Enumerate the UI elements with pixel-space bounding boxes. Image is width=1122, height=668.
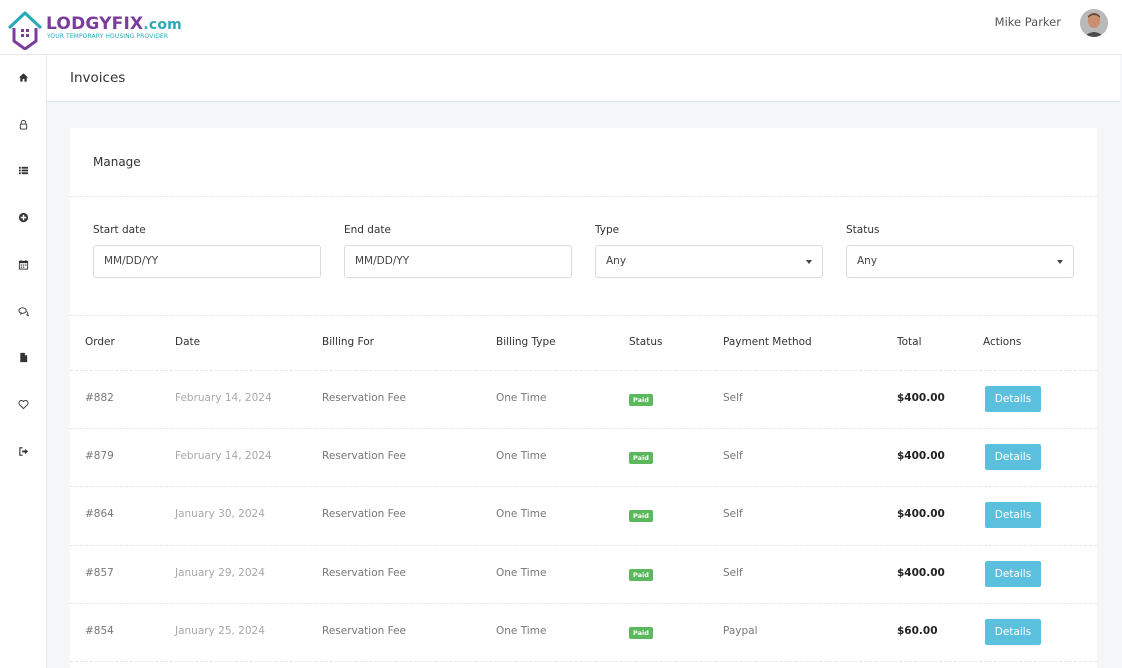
billing-for-cell: Reservation Fee [322, 392, 407, 404]
order-cell: #857 [85, 567, 114, 579]
plus-circle-icon[interactable] [16, 210, 30, 224]
billing-for-cell: Reservation Fee [322, 567, 407, 579]
status-select[interactable]: Any [846, 245, 1074, 278]
home-icon[interactable] [16, 70, 30, 84]
billing-type-cell: One Time [496, 625, 547, 637]
type-select-value: Any [606, 255, 627, 267]
total-cell: $60.00 [897, 625, 938, 637]
invoices-card: Manage Start date MM/DD/YY End date MM/D… [70, 128, 1097, 668]
status-badge: Paid [629, 394, 653, 406]
logo-tagline: YOUR TEMPORARY HOUSING PROVIDER [47, 33, 169, 40]
order-cell: #879 [85, 450, 114, 462]
payment-method-cell: Self [723, 508, 743, 520]
table-row: #864 January 30, 2024 Reservation Fee On… [70, 486, 1097, 544]
caret-down-icon [1057, 260, 1063, 264]
payment-method-cell: Self [723, 392, 743, 404]
start-date-placeholder: MM/DD/YY [104, 255, 159, 267]
total-cell: $400.00 [897, 450, 945, 462]
details-button[interactable]: Details [985, 502, 1041, 528]
avatar[interactable] [1080, 9, 1108, 37]
payment-method-cell: Self [723, 567, 743, 579]
start-date-input[interactable]: MM/DD/YY [93, 245, 321, 278]
type-select[interactable]: Any [595, 245, 823, 278]
page-header: Invoices [47, 55, 1120, 102]
order-cell: #854 [85, 625, 114, 637]
billing-type-cell: One Time [496, 392, 547, 404]
caret-down-icon [806, 260, 812, 264]
billing-type-cell: One Time [496, 567, 547, 579]
avatar-photo [1080, 9, 1108, 37]
status-badge: Paid [629, 452, 653, 464]
column-header-date[interactable]: Date [175, 336, 200, 348]
file-icon[interactable] [16, 350, 30, 364]
details-button[interactable]: Details [985, 386, 1041, 412]
status-select-value: Any [857, 255, 878, 267]
end-date-input[interactable]: MM/DD/YY [344, 245, 572, 278]
details-button[interactable]: Details [985, 444, 1041, 470]
date-cell: February 14, 2024 [175, 392, 272, 404]
table-row: #857 January 29, 2024 Reservation Fee On… [70, 545, 1097, 603]
chat-icon[interactable] [16, 304, 30, 318]
column-header-billing-for[interactable]: Billing For [322, 336, 374, 348]
table-row: #854 January 25, 2024 Reservation Fee On… [70, 603, 1097, 661]
sidebar [0, 55, 47, 668]
page-title: Invoices [70, 70, 126, 86]
column-header-billing-type[interactable]: Billing Type [496, 336, 556, 348]
column-header-actions: Actions [983, 336, 1022, 348]
status-badge: Paid [629, 627, 653, 639]
logo-wordmark: LODGYFIX.com [46, 14, 182, 34]
card-title: Manage [93, 155, 141, 169]
status-label: Status [846, 224, 880, 236]
divider [70, 315, 1097, 316]
date-cell: February 14, 2024 [175, 450, 272, 462]
calendar-icon[interactable] [16, 257, 30, 271]
total-cell: $400.00 [897, 508, 945, 520]
list-icon[interactable] [16, 163, 30, 177]
end-date-label: End date [344, 224, 391, 236]
start-date-label: Start date [93, 224, 146, 236]
user-name[interactable]: Mike Parker [995, 15, 1061, 29]
order-cell: #882 [85, 392, 114, 404]
type-label: Type [595, 224, 620, 236]
lock-icon[interactable] [16, 117, 30, 131]
payment-method-cell: Paypal [723, 625, 758, 637]
total-cell: $400.00 [897, 567, 945, 579]
table-row: #882 February 14, 2024 Reservation Fee O… [70, 370, 1097, 428]
column-header-payment-method[interactable]: Payment Method [723, 336, 812, 348]
table-row: #879 February 14, 2024 Reservation Fee O… [70, 428, 1097, 486]
billing-for-cell: Reservation Fee [322, 508, 407, 520]
date-cell: January 30, 2024 [175, 508, 265, 520]
heart-icon[interactable] [16, 397, 30, 411]
divider [70, 661, 1097, 662]
status-badge: Paid [629, 569, 653, 581]
payment-method-cell: Self [723, 450, 743, 462]
column-header-order[interactable]: Order [85, 336, 115, 348]
column-header-status[interactable]: Status [629, 336, 662, 348]
logo[interactable]: LODGYFIX.com YOUR TEMPORARY HOUSING PROV… [6, 8, 186, 50]
date-cell: January 25, 2024 [175, 625, 265, 637]
date-cell: January 29, 2024 [175, 567, 265, 579]
order-cell: #864 [85, 508, 114, 520]
divider [70, 196, 1097, 197]
billing-for-cell: Reservation Fee [322, 450, 407, 462]
total-cell: $400.00 [897, 392, 945, 404]
sign-out-icon[interactable] [16, 444, 30, 458]
top-bar: LODGYFIX.com YOUR TEMPORARY HOUSING PROV… [0, 0, 1122, 55]
details-button[interactable]: Details [985, 561, 1041, 587]
column-header-total[interactable]: Total [897, 336, 922, 348]
details-button[interactable]: Details [985, 619, 1041, 645]
status-badge: Paid [629, 510, 653, 522]
house-logo-icon [7, 11, 43, 50]
billing-type-cell: One Time [496, 450, 547, 462]
billing-type-cell: One Time [496, 508, 547, 520]
billing-for-cell: Reservation Fee [322, 625, 407, 637]
end-date-placeholder: MM/DD/YY [355, 255, 410, 267]
